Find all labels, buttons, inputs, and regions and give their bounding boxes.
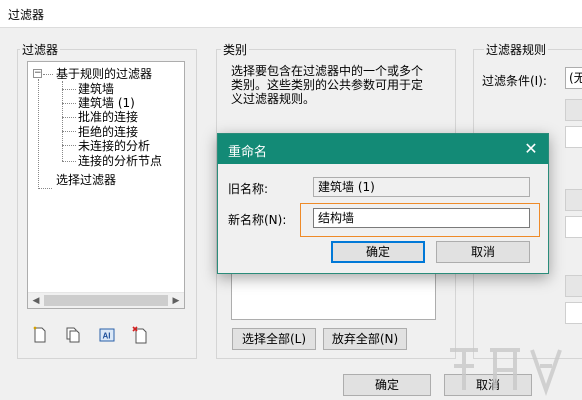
categories-description: 选择要包含在过滤器中的一个或多个 类别。这些类别的公共参数可用于定 义过滤器规则…: [231, 64, 441, 106]
window-title: 过滤器: [8, 8, 45, 22]
select-all-button[interactable]: 选择全部(L): [232, 328, 316, 350]
tree-connector: [38, 188, 52, 189]
new-name-input[interactable]: 结构墙: [313, 208, 530, 228]
window-titlebar: 过滤器: [0, 0, 582, 28]
rename-filter-icon[interactable]: AI: [99, 326, 115, 344]
tree-item-selection-filter[interactable]: 选择过滤器: [56, 173, 116, 187]
rename-dialog-title: 重命名: [228, 145, 268, 160]
tree-connector: [62, 131, 76, 132]
old-name-label: 旧名称:: [228, 182, 269, 196]
watermark-logo: [450, 348, 562, 397]
tree-item-rule-based[interactable]: 基于规则的过滤器: [56, 67, 152, 81]
condition-combo[interactable]: (无: [565, 67, 582, 89]
rename-cancel-button[interactable]: 取消: [436, 241, 530, 263]
tree-connector: [43, 74, 53, 75]
tree-connector: [62, 81, 63, 161]
rule-field[interactable]: [565, 189, 582, 211]
rename-dialog-titlebar: 重命名 ✕: [218, 134, 548, 164]
old-name-field: 建筑墙 (1): [313, 177, 530, 197]
rule-field[interactable]: [565, 99, 582, 121]
scroll-left-icon[interactable]: ◀: [28, 293, 44, 309]
categories-group-title: 类别: [221, 41, 250, 58]
tree-connector: [62, 117, 76, 118]
rule-field[interactable]: [565, 216, 582, 238]
condition-label: 过滤条件(I):: [482, 74, 547, 88]
ok-button[interactable]: 确定: [343, 374, 431, 396]
tree-item-filter[interactable]: 拒绝的连接: [78, 125, 138, 139]
tree-item-filter[interactable]: 建筑墙: [78, 82, 114, 96]
description-line: 义过滤器规则。: [231, 92, 316, 106]
rule-field[interactable]: [565, 275, 582, 297]
scroll-thumb[interactable]: [44, 295, 168, 306]
rename-ok-button[interactable]: 确定: [331, 241, 425, 263]
tree-item-filter[interactable]: 未连接的分析: [78, 139, 150, 153]
rule-field[interactable]: [565, 302, 582, 324]
scroll-right-icon[interactable]: ▶: [168, 293, 184, 309]
tree-connector: [62, 145, 76, 146]
tree-item-filter[interactable]: 批准的连接: [78, 110, 138, 124]
close-icon[interactable]: ✕: [522, 140, 540, 158]
delete-filter-icon[interactable]: [132, 326, 148, 344]
deselect-all-button[interactable]: 放弃全部(N): [323, 328, 407, 350]
filters-group-title: 过滤器: [20, 41, 61, 58]
tree-connector: [38, 79, 39, 189]
new-filter-icon[interactable]: [32, 326, 48, 344]
tree-horizontal-scrollbar[interactable]: ◀ ▶: [28, 292, 184, 308]
filter-tree[interactable]: − 基于规则的过滤器 建筑墙 建筑墙 (1) 批准的连接 拒绝的连接 未连接的分…: [27, 61, 185, 309]
duplicate-filter-icon[interactable]: [65, 326, 81, 344]
rename-dialog: 重命名 ✕ 旧名称: 建筑墙 (1) 新名称(N): 结构墙 确定 取消: [217, 133, 549, 274]
rule-field[interactable]: [565, 126, 582, 148]
tree-connector: [62, 89, 76, 90]
description-line: 选择要包含在过滤器中的一个或多个: [231, 64, 424, 78]
rules-group-title: 过滤器规则: [484, 41, 549, 58]
tree-item-filter[interactable]: 连接的分析节点: [78, 154, 162, 168]
svg-text:AI: AI: [103, 332, 111, 341]
tree-connector: [62, 103, 76, 104]
tree-item-filter-selected[interactable]: 建筑墙 (1): [78, 96, 135, 110]
tree-connector: [62, 161, 76, 162]
new-name-label: 新名称(N):: [228, 213, 287, 227]
description-line: 类别。这些类别的公共参数可用于定: [231, 78, 424, 92]
tree-collapse-icon[interactable]: −: [33, 69, 42, 78]
